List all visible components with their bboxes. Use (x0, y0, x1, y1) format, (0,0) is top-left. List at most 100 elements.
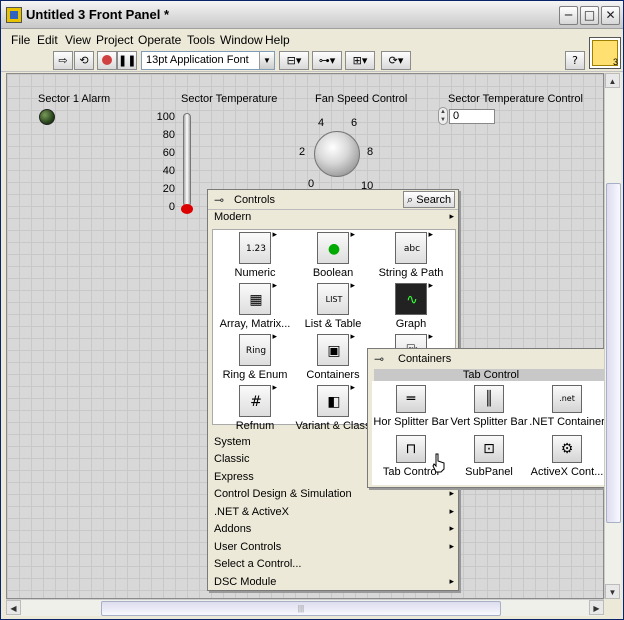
horizontal-scrollbar[interactable]: ◀ ||| ▶ (6, 599, 604, 616)
menu-file[interactable]: File (11, 33, 30, 47)
temp-tick-100: 100 (156, 111, 175, 123)
chevron-right-icon: ▸ (449, 488, 454, 498)
fan-tick-2: 2 (299, 146, 306, 158)
pause-button[interactable]: ❚❚ (117, 51, 137, 70)
sector-alarm-led[interactable] (39, 109, 55, 125)
labview-app-icon (6, 7, 22, 23)
context-help-button[interactable]: ? (565, 51, 585, 70)
run-continuously-button[interactable]: ⟲ (74, 51, 94, 70)
window-title: Untitled 3 Front Panel * (26, 7, 170, 22)
distribute-objects-button[interactable]: ⊶▾ (312, 51, 342, 70)
horizontal-scroll-thumb[interactable]: ||| (101, 601, 501, 616)
menu-operate[interactable]: Operate (138, 33, 181, 47)
chevron-right-icon: ▸ (449, 541, 454, 551)
palette-item-string-path[interactable]: abcString & Path (369, 229, 453, 282)
fan-tick-4: 4 (318, 117, 325, 129)
container-vert-splitter[interactable]: ║ Vert Splitter Bar (450, 385, 528, 435)
container-subpanel[interactable]: ⊡ SubPanel (450, 435, 528, 485)
category-select-control[interactable]: Select a Control... (214, 558, 456, 575)
containers-subpalette: ⊸ Containers Tab Control ═ Hor Splitter B… (367, 348, 613, 488)
palette-item-array-matrix[interactable]: ▦Array, Matrix... (213, 280, 297, 333)
string-path-icon: abc (395, 229, 433, 264)
menu-view[interactable]: View (65, 33, 91, 47)
temp-tick-0: 0 (168, 201, 175, 213)
menu-edit[interactable]: Edit (37, 33, 58, 47)
vi-icon[interactable]: 3 (589, 37, 621, 69)
containers-icon: ▣ (317, 331, 355, 366)
abort-button[interactable] (97, 51, 117, 70)
close-button[interactable]: ✕ (601, 6, 620, 25)
category-label: Modern (214, 211, 252, 223)
category-dotnet-activex[interactable]: .NET & ActiveX ▸ (214, 506, 456, 523)
container-activex[interactable]: ⚙ ActiveX Cont... (528, 435, 606, 485)
fan-tick-8: 8 (367, 146, 374, 158)
palette-item-containers[interactable]: ▣Containers (291, 331, 375, 384)
toolbar: ⇨ ⟲ ❚❚ ⊟▾ ⊶▾ ⊞▾ ⟳▾ ? (1, 50, 623, 72)
container-hor-splitter[interactable]: ═ Hor Splitter Bar (372, 385, 450, 435)
menu-bar: File Edit View Project Operate Tools Win… (1, 30, 623, 50)
chevron-right-icon: ▸ (449, 506, 454, 516)
menu-project[interactable]: Project (96, 33, 133, 47)
palette-item-graph[interactable]: ∿Graph (369, 280, 453, 333)
ring-enum-icon: Ring (239, 331, 277, 366)
fan-speed-knob[interactable] (314, 131, 360, 177)
activex-container-icon: ⚙ (552, 435, 582, 463)
temperature-control-label: Sector Temperature Control (448, 93, 583, 105)
minimize-button[interactable]: ─ (559, 6, 578, 25)
thumbtack-icon[interactable]: ⊸ (214, 193, 224, 207)
alarm-label: Sector 1 Alarm (38, 93, 111, 105)
palette-item-refnum[interactable]: #Refnum (213, 382, 297, 435)
temp-tick-20: 20 (162, 183, 175, 195)
tab-control-icon: ⊓ (396, 435, 426, 463)
vert-splitter-icon: ║ (474, 385, 504, 413)
front-panel-window: Untitled 3 Front Panel * ─ □ ✕ File Edit… (0, 0, 624, 620)
menu-window[interactable]: Window (220, 33, 263, 47)
chevron-right-icon: ▸ (449, 523, 454, 533)
scroll-left-arrow[interactable]: ◀ (6, 600, 21, 615)
array-matrix-icon: ▦ (239, 280, 277, 315)
menu-tools[interactable]: Tools (187, 33, 215, 47)
category-dsc-module[interactable]: DSC Module ▸ (214, 576, 456, 593)
selected-item-label: Tab Control (374, 369, 608, 381)
chevron-down-icon: ▼ (259, 52, 274, 69)
graph-icon: ∿ (395, 280, 433, 315)
increment-decrement-arrows[interactable]: ▲ ▼ (438, 107, 448, 125)
search-icon: ⌕ (407, 193, 414, 206)
palette-item-variant-class[interactable]: ◧Variant & Class (291, 382, 375, 435)
temperature-label: Sector Temperature (181, 93, 278, 105)
thermometer-indicator[interactable] (183, 113, 191, 207)
scroll-down-arrow[interactable]: ▼ (605, 584, 620, 599)
vi-number: 3 (612, 57, 618, 67)
vertical-scrollbar[interactable]: ▲ ▼ (604, 73, 621, 599)
align-objects-button[interactable]: ⊟▾ (279, 51, 309, 70)
temperature-control-input[interactable]: 0 (449, 109, 495, 124)
category-user-controls[interactable]: User Controls ▸ (214, 541, 456, 558)
thumbtack-icon[interactable]: ⊸ (374, 352, 384, 366)
scroll-right-arrow[interactable]: ▶ (589, 600, 604, 615)
font-select[interactable]: 13pt Application Font ▼ (141, 51, 275, 70)
container-dotnet[interactable]: .net .NET Container (528, 385, 606, 435)
palette-item-numeric[interactable]: 1.23Numeric (213, 229, 297, 282)
category-addons[interactable]: Addons ▸ (214, 523, 456, 540)
category-modern[interactable]: Modern ▸ (214, 211, 456, 228)
run-button[interactable]: ⇨ (53, 51, 73, 70)
palette-item-list-table[interactable]: LISTList & Table (291, 280, 375, 333)
title-bar[interactable]: Untitled 3 Front Panel * ─ □ ✕ (1, 1, 623, 29)
chevron-right-icon: ▸ (449, 576, 454, 586)
maximize-button[interactable]: □ (580, 6, 599, 25)
reorder-button[interactable]: ⟳▾ (381, 51, 411, 70)
palette-item-boolean[interactable]: ●Boolean (291, 229, 375, 282)
containers-grid: ═ Hor Splitter Bar ║ Vert Splitter Bar .ne… (372, 381, 610, 485)
search-button-label: Search (416, 194, 452, 206)
category-control-design[interactable]: Control Design & Simulation ▸ (214, 488, 456, 505)
subpanel-icon: ⊡ (474, 435, 504, 463)
search-button[interactable]: ⌕ Search (403, 191, 455, 208)
list-table-icon: LIST (317, 280, 355, 315)
vertical-scroll-thumb[interactable] (606, 183, 621, 523)
menu-help[interactable]: Help (265, 33, 290, 47)
palette-item-ring-enum[interactable]: RingRing & Enum (213, 331, 297, 384)
resize-objects-button[interactable]: ⊞▾ (345, 51, 375, 70)
scroll-up-arrow[interactable]: ▲ (605, 73, 620, 88)
thermometer-bulb (181, 204, 193, 214)
temp-tick-60: 60 (162, 147, 175, 159)
